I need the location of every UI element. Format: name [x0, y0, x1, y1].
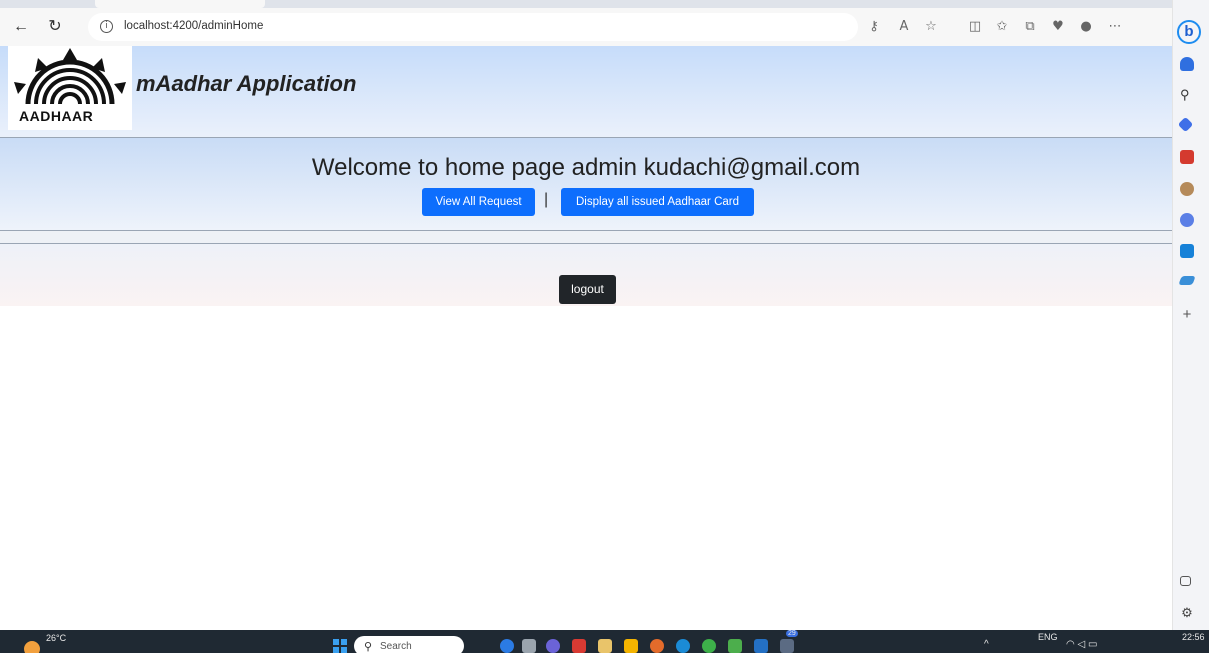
url-text[interactable]: localhost:4200/adminHome	[124, 20, 263, 32]
notification-badge: 29	[786, 630, 798, 637]
search-placeholder: Search	[380, 641, 412, 652]
chevron-up-icon[interactable]: ^	[984, 639, 989, 650]
split-screen-icon[interactable]	[1180, 576, 1191, 586]
bing-app-icon[interactable]	[500, 639, 514, 653]
windows-taskbar: 26°C ⚲ Search 29 ^ ENG ◠ ◁ ▭ 22:56	[0, 630, 1209, 653]
logo-text: AADHAAR	[19, 108, 94, 124]
aadhaar-logo: AADHAAR	[8, 46, 132, 130]
read-aloud-icon[interactable]: A	[895, 18, 913, 36]
settings-icon[interactable]: ⚙	[1180, 606, 1194, 620]
store-icon[interactable]	[598, 639, 612, 653]
toolbox-icon[interactable]	[1180, 150, 1194, 164]
browser-essentials-icon[interactable]: ♥	[1049, 18, 1067, 36]
bell-icon[interactable]	[1180, 57, 1194, 71]
outlook-icon[interactable]	[1180, 244, 1194, 258]
wifi-volume-icon[interactable]: ◠ ◁ ▭	[1066, 639, 1097, 650]
active-tab[interactable]	[95, 0, 265, 8]
logout-button[interactable]: logout	[559, 275, 616, 304]
clock[interactable]: 22:56	[1182, 632, 1205, 642]
app-header: AADHAAR mAadhar Application	[0, 46, 1172, 138]
task-view-icon[interactable]	[522, 639, 536, 653]
refresh-icon[interactable]: ↻	[44, 16, 66, 38]
temperature[interactable]: 26°C	[46, 633, 66, 643]
gmail-icon[interactable]	[572, 639, 586, 653]
vscode-icon[interactable]	[754, 639, 768, 653]
app-title: mAadhar Application	[136, 71, 357, 96]
favorites-icon[interactable]: ✩	[993, 18, 1011, 36]
teams-icon[interactable]	[546, 639, 560, 653]
favorite-star-icon[interactable]: ☆	[922, 18, 940, 36]
button-separator: |	[544, 191, 549, 208]
welcome-heading: Welcome to home page admin kudachi@gmail…	[311, 154, 861, 181]
taskbar-search[interactable]: ⚲ Search	[354, 636, 464, 653]
welcome-section: Welcome to home page admin kudachi@gmail…	[0, 138, 1172, 230]
info-icon[interactable]: i	[100, 20, 113, 33]
profile-icon[interactable]: ●	[1077, 18, 1095, 36]
back-arrow-icon[interactable]: ←	[10, 16, 32, 38]
split-screen-icon[interactable]: ◫	[966, 18, 984, 36]
office-icon[interactable]	[1180, 213, 1194, 227]
people-icon[interactable]	[1180, 182, 1194, 196]
collections-icon[interactable]: ⧉	[1021, 18, 1039, 36]
add-icon[interactable]: +	[1180, 307, 1194, 322]
weather-icon[interactable]	[24, 641, 40, 653]
bing-chat-icon[interactable]: b	[1177, 20, 1201, 44]
key-icon[interactable]: ⚷	[865, 18, 883, 36]
fingerprint-sun-icon	[14, 48, 126, 105]
edge-icon[interactable]	[676, 639, 690, 653]
chrome-canary-icon[interactable]	[702, 639, 716, 653]
tab-strip	[0, 0, 1209, 8]
more-menu-icon[interactable]: ⋯	[1106, 18, 1124, 36]
address-bar[interactable]: i localhost:4200/adminHome	[88, 13, 858, 41]
page-content: AADHAAR mAadhar Application Welcome to h…	[0, 46, 1172, 306]
android-studio-icon[interactable]	[728, 639, 742, 653]
sql-tool-icon[interactable]	[780, 639, 794, 653]
display-issued-cards-button[interactable]: Display all issued Aadhaar Card	[561, 188, 754, 216]
logout-section: logout	[0, 244, 1172, 306]
search-icon[interactable]: ⚲	[1180, 88, 1194, 102]
language-indicator[interactable]: ENG	[1038, 632, 1058, 642]
chrome-icon[interactable]	[650, 639, 664, 653]
windows-start-icon[interactable]	[333, 639, 347, 653]
file-explorer-icon[interactable]	[624, 639, 638, 653]
view-all-request-button[interactable]: View All Request	[422, 188, 535, 216]
spacer	[0, 231, 1172, 243]
search-icon: ⚲	[364, 640, 373, 653]
browser-toolbar: ← ↻ i localhost:4200/adminHome ⚷ A ☆ ◫ ✩…	[0, 8, 1172, 46]
